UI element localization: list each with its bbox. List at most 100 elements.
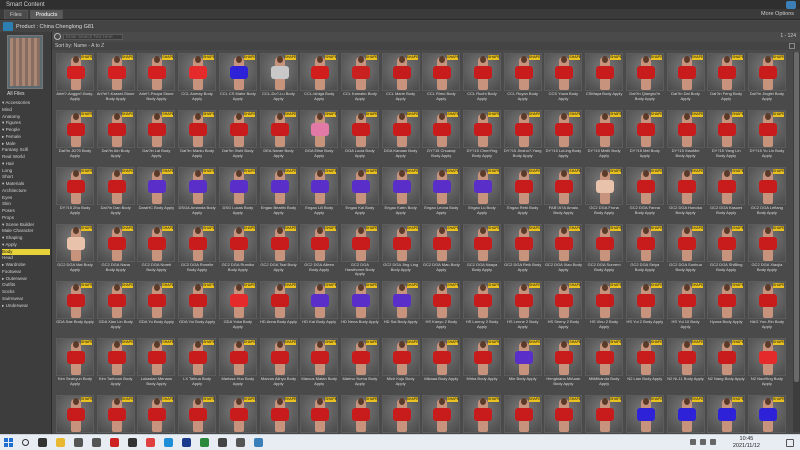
asset-thumbnail[interactable]: SHAPE: [178, 110, 217, 148]
asset-tile[interactable]: SHAPE GC2 DGA Honoka Body Apply: [666, 167, 705, 222]
asset-tile[interactable]: SHAPE HD Kai Body Apply: [300, 281, 339, 336]
sidebar-item[interactable]: Real World: [2, 154, 50, 161]
asset-tile[interactable]: SHAPE Mich Kuju Body Apply: [381, 338, 420, 393]
asset-thumbnail[interactable]: SHAPE: [707, 395, 746, 433]
asset-thumbnail[interactable]: SHAPE: [747, 338, 786, 376]
sidebar-item[interactable]: Eyes: [2, 195, 50, 202]
daz-studio-icon[interactable]: [254, 438, 263, 447]
file-explorer-icon[interactable]: [56, 438, 65, 447]
sidebar-item[interactable]: ▾ Shaping: [2, 235, 50, 242]
sidebar-item[interactable]: ▸ Outerwear: [2, 276, 50, 283]
asset-thumbnail[interactable]: SHAPE: [503, 281, 542, 319]
asset-tile[interactable]: SHAPE GC2 DGA Rumiko Body Apply: [218, 224, 257, 279]
sidebar-item[interactable]: Head: [2, 255, 50, 262]
asset-thumbnail[interactable]: SHAPE: [300, 281, 339, 319]
asset-thumbnail[interactable]: SHAPE: [340, 224, 379, 262]
asset-thumbnail[interactable]: SHAPE: [218, 167, 257, 205]
asset-tile[interactable]: SHAPE Ariel?-Angga?-Body-Apply: [56, 53, 94, 108]
asset-thumbnail[interactable]: SHAPE: [585, 338, 624, 376]
asset-thumbnail[interactable]: SHAPE: [381, 167, 420, 205]
asset-thumbnail[interactable]: SHAPE: [503, 110, 542, 148]
asset-thumbnail[interactable]: SHAPE: [178, 167, 217, 205]
asset-thumbnail[interactable]: SHAPE: [747, 110, 786, 148]
app-icon[interactable]: [128, 438, 137, 447]
asset-thumbnail[interactable]: SHAPE: [544, 338, 583, 376]
asset-tile[interactable]: SHAPE DGA Kanaan Body Apply: [381, 110, 420, 165]
asset-tile[interactable]: SHAPE HD Anna Body Apply: [259, 281, 298, 336]
scrollbar-handle[interactable]: [794, 52, 799, 382]
asset-tile[interactable]: SHAPE GC2 DGA Reik Body Apply: [503, 224, 542, 279]
app-icon[interactable]: [218, 438, 227, 447]
search-icon[interactable]: [54, 33, 61, 40]
photoshop-icon[interactable]: [182, 438, 191, 447]
asset-thumbnail[interactable]: SHAPE: [585, 53, 624, 91]
asset-tile[interactable]: SHAPE GC2 DGA Ronelle Body Apply: [178, 224, 217, 279]
sidebar-item[interactable]: ▸ Male: [2, 141, 50, 148]
asset-tile[interactable]: SHAPE HD Nena Body Apply: [340, 281, 379, 336]
asset-thumbnail[interactable]: SHAPE: [463, 110, 501, 148]
asset-thumbnail[interactable]: SHAPE: [56, 395, 94, 433]
asset-tile[interactable]: SHAPE CCL CS Mahe Body Apply: [218, 53, 257, 108]
asset-thumbnail[interactable]: SHAPE: [707, 110, 746, 148]
asset-tile[interactable]: SHAPE GC2 DGA Jing Ling Body Apply: [381, 224, 420, 279]
notification-icon[interactable]: [786, 439, 794, 447]
asset-thumbnail[interactable]: SHAPE: [178, 338, 217, 376]
sidebar-item[interactable]: ▾ Figures: [2, 120, 50, 127]
start-icon[interactable]: [4, 438, 13, 447]
asset-thumbnail[interactable]: SHAPE: [585, 224, 624, 262]
sidebar-item[interactable]: ▾ Hair: [2, 161, 50, 168]
asset-thumbnail[interactable]: SHAPE: [625, 395, 664, 433]
asset-thumbnail[interactable]: SHAPE: [96, 338, 135, 376]
asset-thumbnail[interactable]: SHAPE: [666, 224, 705, 262]
app-icon[interactable]: [110, 438, 119, 447]
asset-tile[interactable]: SHAPE GC2 DGA Seiya Body Apply: [625, 224, 664, 279]
asset-thumbnail[interactable]: SHAPE: [96, 53, 135, 91]
chevron-down-icon[interactable]: [789, 43, 795, 49]
sidebar-item[interactable]: Architecture: [2, 188, 50, 195]
asset-tile[interactable]: SHAPE N2 Lian Body Apply: [625, 338, 664, 393]
asset-tile[interactable]: SHAPE Engao Karin Body Apply: [381, 167, 420, 222]
sort-label[interactable]: Sort by: Name - A to Z: [55, 43, 104, 49]
asset-thumbnail[interactable]: SHAPE: [218, 281, 257, 319]
asset-thumbnail[interactable]: SHAPE: [422, 395, 461, 433]
sidebar-item[interactable]: ▸ Underwear: [2, 303, 50, 310]
asset-tile[interactable]: SHAPE HD Sai Body Apply: [381, 281, 420, 336]
asset-tile[interactable]: SHAPE CCL Rimo Body Apply: [422, 53, 461, 108]
asset-tile[interactable]: SHAPE Engao Rebi Body Apply: [503, 167, 542, 222]
asset-tile[interactable]: SHAPE GC2 DGA ShiBing Body Apply: [707, 224, 746, 279]
tab-products[interactable]: Products: [29, 10, 64, 19]
asset-thumbnail[interactable]: SHAPE: [259, 110, 298, 148]
sidebar-item[interactable]: Mind: [2, 107, 50, 114]
asset-tile[interactable]: SHAPE GC2 DGA Xiao Body Apply: [544, 224, 583, 279]
asset-tile[interactable]: SHAPE DY?15 LuLing Body Apply: [544, 110, 583, 165]
asset-thumbnail[interactable]: SHAPE: [137, 110, 176, 148]
asset-tile[interactable]: SHAPE DEA Naner Body Apply: [259, 110, 298, 165]
asset-thumbnail[interactable]: SHAPE: [463, 281, 501, 319]
asset-tile[interactable]: SHAPE HAG Yun-Rin Body Apply: [747, 281, 786, 336]
asset-thumbnail[interactable]: SHAPE: [96, 281, 135, 319]
more-options-button[interactable]: More Options: [761, 11, 794, 17]
asset-tile[interactable]: SHAPE Kim Seahyun Body Apply: [56, 338, 94, 393]
asset-thumbnail[interactable]: SHAPE: [137, 167, 176, 205]
asset-tile[interactable]: SHAPE DY?15 Zhu Body Apply: [56, 167, 94, 222]
asset-tile[interactable]: SHAPE GDA Yui Body Apply: [178, 281, 217, 336]
asset-thumbnail[interactable]: SHAPE: [259, 338, 298, 376]
asset-thumbnail[interactable]: SHAPE: [463, 53, 501, 91]
asset-tile[interactable]: SHAPE HS Lenne 2 Body Apply: [503, 281, 542, 336]
sidebar-item[interactable]: Props: [2, 215, 50, 222]
asset-thumbnail[interactable]: SHAPE: [422, 53, 461, 91]
asset-thumbnail[interactable]: SHAPE: [137, 338, 176, 376]
asset-tile[interactable]: SHAPE Dai?in Dan Body Apply: [96, 167, 135, 222]
asset-thumbnail[interactable]: SHAPE: [463, 338, 501, 376]
asset-thumbnail[interactable]: SHAPE: [340, 167, 379, 205]
asset-tile[interactable]: SHAPE GC2 DGA Fanna Body Apply: [625, 167, 664, 222]
asset-tile[interactable]: SHAPE Mikaaa Body Apply: [422, 338, 461, 393]
asset-thumbnail[interactable]: SHAPE: [666, 395, 705, 433]
asset-tile[interactable]: SHAPE HS Yui 2 Body Apply: [625, 281, 664, 336]
asset-tile[interactable]: SHAPE Dai?in Dai Body Apply: [666, 53, 705, 108]
sidebar-item[interactable]: Long: [2, 168, 50, 175]
asset-tile[interactable]: SHAPE HS Lanroy 2 Body Apply: [463, 281, 501, 336]
asset-tile[interactable]: SHAPE Ariel?-Pauya Stone Body Apply: [137, 53, 176, 108]
sidebar-item[interactable]: Short: [2, 174, 50, 181]
sidebar-item[interactable]: ▾ Scene Builder: [2, 222, 50, 229]
